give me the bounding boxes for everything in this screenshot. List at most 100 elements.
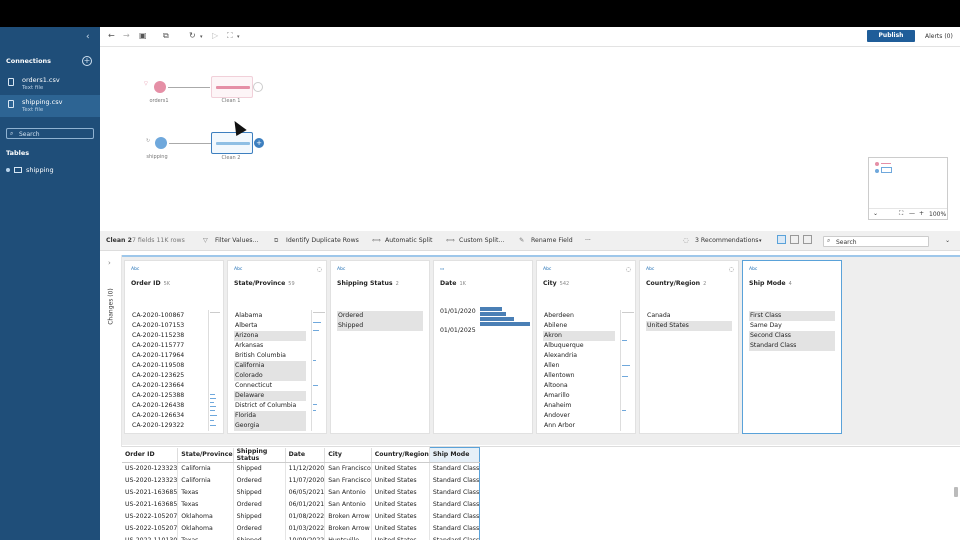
column-header[interactable]: City [324, 447, 372, 463]
add-connection-button[interactable]: + [82, 56, 92, 66]
field-value[interactable]: Connecticut [234, 381, 306, 391]
data-sampling-icon[interactable]: ⛶ [227, 31, 233, 41]
column-header[interactable]: Shipping Status [233, 447, 286, 463]
grid-scrollbar[interactable] [954, 487, 958, 497]
input-node-orders[interactable] [154, 81, 166, 93]
column-header[interactable]: Ship Mode [428, 447, 481, 463]
clean-step-2[interactable] [211, 132, 253, 154]
table-row[interactable]: US-2021-163685 Texas Shipped 06/05/2021 San … [122, 486, 481, 498]
field-value[interactable]: British Columbia [234, 351, 306, 361]
column-header[interactable]: Date [285, 447, 326, 463]
collapse-chevron-icon[interactable]: ‹ [86, 32, 90, 42]
field-value[interactable]: Abilene [543, 321, 615, 331]
minimap-chevron-icon[interactable]: ⌄ [873, 210, 878, 217]
field-value[interactable]: Allen [543, 361, 615, 371]
value-distribution[interactable] [620, 310, 634, 431]
connection-file-orders[interactable]: orders1.csv Text file [0, 73, 100, 95]
clean-step-1[interactable] [211, 76, 253, 98]
date-histogram-bar[interactable] [480, 322, 530, 326]
field-value[interactable]: First Class [749, 311, 835, 321]
save-icon[interactable]: ▣ [139, 31, 147, 40]
field-card-ship-mode[interactable]: Abc Ship Mode 4 First Class Same Day Second… [742, 260, 842, 434]
back-arrow-icon[interactable]: ← [108, 31, 115, 40]
table-item-shipping[interactable]: shipping [6, 166, 54, 174]
field-value[interactable]: California [234, 361, 306, 371]
field-value[interactable]: Aberdeen [543, 311, 615, 321]
column-header[interactable]: Order ID [122, 447, 179, 463]
recommendations-dropdown-icon[interactable]: ▾ [759, 238, 762, 244]
field-value[interactable]: Standard Class [749, 341, 835, 351]
field-value[interactable]: Arizona [234, 331, 306, 341]
table-row[interactable]: US-2020-123323 California Shipped 11/12/202… [122, 462, 481, 474]
field-value[interactable]: United States [646, 321, 732, 331]
custom-split-button[interactable]: Custom Split... [459, 237, 504, 244]
field-value[interactable]: Albuquerque [543, 341, 615, 351]
refresh-dropdown-icon[interactable]: ▾ [200, 34, 203, 40]
field-value[interactable]: Anaheim [543, 401, 615, 411]
add-step-icon[interactable] [253, 82, 263, 92]
table-row[interactable]: US-2022-105207 Oklahoma Ordered 01/03/2022 B… [122, 522, 481, 534]
field-value[interactable]: Andover [543, 411, 615, 421]
add-step-plus-icon[interactable]: + [254, 138, 264, 148]
identify-duplicates-button[interactable]: Identify Duplicate Rows [286, 237, 359, 244]
refresh-icon[interactable]: ↻ [189, 31, 196, 40]
connection-file-shipping[interactable]: shipping.csv Text file [0, 95, 100, 117]
expand-chevron-icon[interactable]: › [108, 259, 111, 267]
field-value[interactable]: Ordered [337, 311, 423, 321]
sampling-dropdown-icon[interactable]: ▾ [237, 34, 240, 40]
sidebar-search-input[interactable] [19, 130, 91, 138]
field-card-order-id[interactable]: Abc Order ID 5K CA-2020-100867 CA-2020-107… [124, 260, 224, 434]
alerts-button[interactable]: Alerts (0) [925, 33, 953, 40]
field-value[interactable]: Colorado [234, 371, 306, 381]
field-value[interactable]: Same Day [749, 321, 835, 331]
table-row[interactable]: US-2022-105207 Oklahoma Shipped 01/08/2022 B… [122, 510, 481, 522]
field-value[interactable]: Second Class [749, 331, 835, 341]
flow-minimap[interactable]: ⌄ ⛶ — + 100% [868, 157, 948, 220]
date-histogram-bar[interactable] [480, 317, 514, 321]
data-grid[interactable]: Order ID State/Province Shipping Status Dat… [122, 446, 960, 540]
more-options-button[interactable]: ··· [585, 237, 591, 244]
recommendation-bulb-icon[interactable]: ◌ [626, 266, 631, 273]
field-card-shipping-status[interactable]: Abc Shipping Status 2 Ordered Shipped [330, 260, 430, 434]
grid-view-icon[interactable] [790, 235, 799, 244]
filter-values-button[interactable]: Filter Values... [215, 237, 258, 244]
table-row[interactable]: US-2022-110130 Texas Shipped 10/09/2022 Hunt… [122, 534, 481, 540]
forward-arrow-icon[interactable]: → [123, 31, 130, 40]
field-card-date[interactable]: ▭ Date 1K 01/01/2020 01/01/2025 [433, 260, 533, 434]
field-value[interactable]: Arkansas [234, 341, 306, 351]
add-data-icon[interactable]: ⧉ [163, 31, 169, 41]
recommendation-bulb-icon[interactable]: ◌ [317, 266, 322, 273]
list-view-icon[interactable] [803, 235, 812, 244]
field-card-country-region[interactable]: Abc ◌ Country/Region 2 Canada United State… [639, 260, 739, 434]
field-value[interactable]: Alabama [234, 311, 306, 321]
value-distribution[interactable] [208, 310, 220, 431]
field-value[interactable]: District of Columbia [234, 401, 306, 411]
value-distribution[interactable] [311, 310, 325, 431]
rename-field-button[interactable]: Rename Field [531, 237, 573, 244]
field-value[interactable]: Altoona [543, 381, 615, 391]
field-value[interactable]: Shipped [337, 321, 423, 331]
zoom-out-icon[interactable]: — [909, 210, 915, 217]
field-value[interactable]: Georgia [234, 421, 306, 431]
zoom-in-icon[interactable]: + [919, 210, 924, 217]
sidebar-search[interactable]: ⌕ [6, 128, 94, 139]
recommendation-bulb-icon[interactable]: ◌ [729, 266, 734, 273]
date-histogram-bar[interactable] [480, 312, 506, 316]
field-value[interactable]: Allentown [543, 371, 615, 381]
profile-search-input[interactable] [836, 238, 926, 246]
table-row[interactable]: US-2020-123323 California Ordered 11/07/202… [122, 474, 481, 486]
field-value[interactable]: Alberta [234, 321, 306, 331]
date-histogram-bar[interactable] [480, 307, 502, 311]
profile-view-icon[interactable] [777, 235, 786, 244]
field-value[interactable]: Amarillo [543, 391, 615, 401]
automatic-split-button[interactable]: Automatic Split [385, 237, 432, 244]
column-header[interactable]: State/Province [177, 447, 234, 463]
field-value[interactable]: Florida [234, 411, 306, 421]
flow-canvas[interactable]: ▽ orders1 Clean 1 ↻ shipping Clean 2 + ⌄… [100, 48, 960, 229]
fit-view-icon[interactable]: ⛶ [899, 210, 903, 218]
field-value[interactable]: Akron [543, 331, 615, 341]
field-value[interactable]: Delaware [234, 391, 306, 401]
changes-rail[interactable]: › Changes (0) [100, 255, 122, 447]
field-card-city[interactable]: Abc ◌ City 542 Aberdeen Abilene Akron Albuqu… [536, 260, 636, 434]
field-value[interactable]: Ann Arbor [543, 421, 615, 431]
